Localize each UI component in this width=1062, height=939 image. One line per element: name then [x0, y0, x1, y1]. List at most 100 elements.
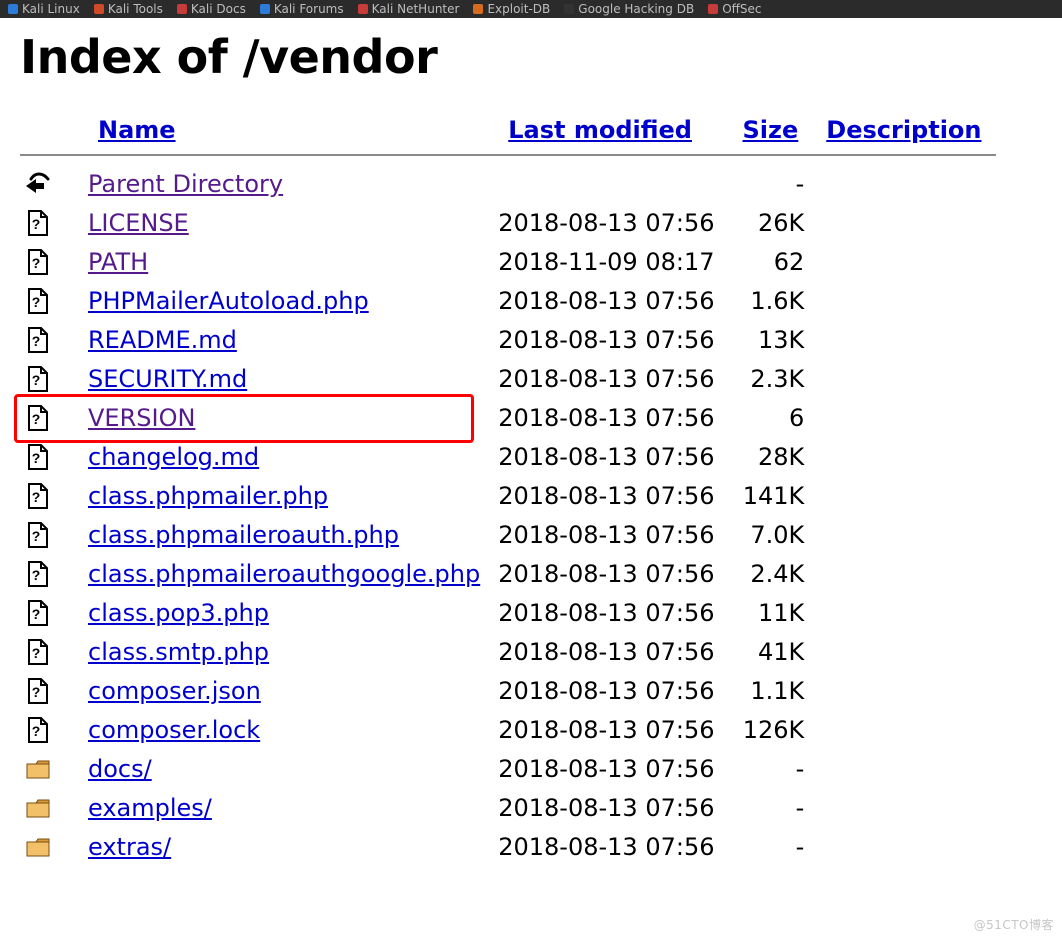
table-row: ? README.md2018-08-13 07:5613K [20, 320, 996, 359]
bookmark-item[interactable]: Kali Linux [8, 2, 80, 16]
file-link[interactable]: class.phpmaileroauth.php [88, 521, 399, 549]
bookmark-icon [260, 4, 270, 14]
col-header-name[interactable]: Name [84, 112, 494, 154]
unknown-file-icon: ? [24, 248, 52, 276]
bookmark-item[interactable]: Google Hacking DB [564, 2, 694, 16]
sort-by-desc-link[interactable]: Description [826, 116, 981, 144]
svg-text:?: ? [32, 372, 41, 388]
svg-text:?: ? [32, 333, 41, 349]
row-size-cell: 141K [729, 476, 813, 515]
file-link[interactable]: class.phpmaileroauthgoogle.php [88, 560, 480, 588]
row-icon-cell: ? [20, 710, 84, 749]
row-icon-cell: ? [20, 281, 84, 320]
file-link[interactable]: examples/ [88, 794, 212, 822]
svg-text:?: ? [32, 606, 41, 622]
bookmark-item[interactable]: Kali Forums [260, 2, 344, 16]
header-separator [20, 154, 996, 156]
row-description-cell [812, 554, 995, 593]
file-link[interactable]: composer.lock [88, 716, 260, 744]
sort-by-name-link[interactable]: Name [98, 116, 176, 144]
row-description-cell [812, 710, 995, 749]
row-icon-cell [20, 749, 84, 788]
row-description-cell [812, 359, 995, 398]
file-link[interactable]: SECURITY.md [88, 365, 247, 393]
row-description-cell [812, 515, 995, 554]
row-icon-cell: ? [20, 671, 84, 710]
unknown-file-icon: ? [24, 677, 52, 705]
bookmark-item[interactable]: Kali Docs [177, 2, 246, 16]
file-link[interactable]: class.pop3.php [88, 599, 269, 627]
row-name-cell: class.smtp.php [84, 632, 494, 671]
file-link[interactable]: class.smtp.php [88, 638, 269, 666]
svg-text:?: ? [32, 528, 41, 544]
bookmark-item[interactable]: Kali Tools [94, 2, 163, 16]
file-link[interactable]: changelog.md [88, 443, 259, 471]
row-size-cell: 2.4K [729, 554, 813, 593]
row-description-cell [812, 593, 995, 632]
bookmark-item[interactable]: Exploit-DB [473, 2, 550, 16]
svg-text:?: ? [32, 294, 41, 310]
bookmark-label: Kali Docs [191, 2, 246, 16]
row-description-cell [812, 749, 995, 788]
back-arrow-icon [24, 170, 52, 198]
file-link[interactable]: composer.json [88, 677, 261, 705]
directory-listing-table: Name Last modified Size Description Pare… [20, 112, 996, 866]
row-description-cell [812, 476, 995, 515]
row-icon-cell: ? [20, 554, 84, 593]
file-link[interactable]: docs/ [88, 755, 152, 783]
col-header-last-modified[interactable]: Last modified [494, 112, 728, 154]
bookmark-item[interactable]: OffSec [708, 2, 761, 16]
unknown-file-icon: ? [24, 716, 52, 744]
file-link[interactable]: VERSION [88, 404, 195, 432]
bookmark-icon [708, 4, 718, 14]
table-row: ? SECURITY.md2018-08-13 07:562.3K [20, 359, 996, 398]
svg-text:?: ? [32, 450, 41, 466]
bookmarks-bar: Kali Linux Kali Tools Kali Docs Kali Forums… [0, 0, 1062, 18]
bookmark-icon [358, 4, 368, 14]
bookmark-label: Kali NetHunter [372, 2, 460, 16]
row-date-cell: 2018-08-13 07:56 [494, 398, 728, 437]
file-link[interactable]: README.md [88, 326, 237, 354]
row-description-cell [812, 164, 995, 203]
col-header-size[interactable]: Size [729, 112, 813, 154]
row-size-cell: 41K [729, 632, 813, 671]
row-date-cell: 2018-08-13 07:56 [494, 593, 728, 632]
row-name-cell: class.phpmaileroauth.php [84, 515, 494, 554]
bookmark-label: Kali Forums [274, 2, 344, 16]
bookmark-label: OffSec [722, 2, 761, 16]
row-icon-cell [20, 788, 84, 827]
unknown-file-icon: ? [24, 287, 52, 315]
row-description-cell [812, 632, 995, 671]
page-title: Index of /vendor [20, 30, 1042, 84]
col-header-description[interactable]: Description [812, 112, 995, 154]
unknown-file-icon: ? [24, 599, 52, 627]
file-link[interactable]: LICENSE [88, 209, 189, 237]
row-size-cell: 126K [729, 710, 813, 749]
row-date-cell [494, 164, 728, 203]
watermark: @51CTO博客 [974, 916, 1054, 933]
file-link[interactable]: Parent Directory [88, 170, 283, 198]
table-row: ? class.phpmaileroauthgoogle.php2018-08-… [20, 554, 996, 593]
unknown-file-icon: ? [24, 482, 52, 510]
svg-text:?: ? [32, 723, 41, 739]
file-link[interactable]: extras/ [88, 833, 171, 861]
table-row: docs/2018-08-13 07:56- [20, 749, 996, 788]
bookmark-icon [8, 4, 18, 14]
row-icon-cell: ? [20, 593, 84, 632]
bookmark-label: Kali Tools [108, 2, 163, 16]
row-name-cell: composer.json [84, 671, 494, 710]
row-name-cell: docs/ [84, 749, 494, 788]
bookmark-item[interactable]: Kali NetHunter [358, 2, 460, 16]
table-row: ? class.pop3.php2018-08-13 07:5611K [20, 593, 996, 632]
row-name-cell: composer.lock [84, 710, 494, 749]
row-date-cell: 2018-08-13 07:56 [494, 476, 728, 515]
sort-by-size-link[interactable]: Size [743, 116, 799, 144]
row-icon-cell: ? [20, 398, 84, 437]
file-link[interactable]: class.phpmailer.php [88, 482, 328, 510]
file-link[interactable]: PHPMailerAutoload.php [88, 287, 369, 315]
row-size-cell: - [729, 164, 813, 203]
row-date-cell: 2018-11-09 08:17 [494, 242, 728, 281]
file-link[interactable]: PATH [88, 248, 148, 276]
sort-by-date-link[interactable]: Last modified [508, 116, 692, 144]
row-size-cell: 62 [729, 242, 813, 281]
